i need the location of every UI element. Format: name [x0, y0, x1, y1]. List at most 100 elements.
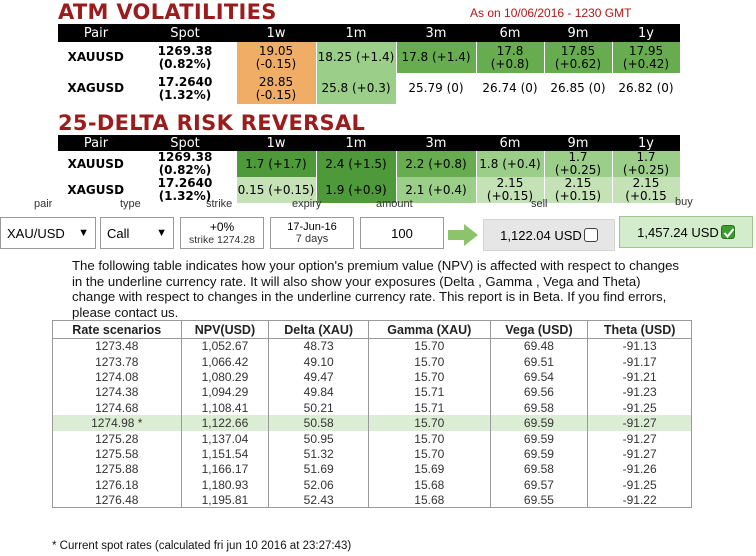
table-cell: -91.13 [587, 338, 692, 354]
table-row: 1274.68 1,108.41 50.21 15.71 69.58 -91.25 [52, 400, 692, 416]
table-cell: 69.51 [489, 353, 589, 370]
table-cell: 15.68 [368, 477, 491, 493]
tenor-cell: 17.95 (+0.42) [612, 42, 681, 73]
table-row: 1274.38 1,094.29 49.84 15.71 69.56 -91.23 [52, 384, 692, 401]
table-cell: 50.95 [268, 430, 370, 447]
amount-input[interactable]: 100 [360, 217, 444, 249]
table-cell: 1,137.04 [180, 430, 270, 447]
pair-cell: XAUUSD [58, 151, 135, 177]
rr-row: XAUUSD 1269.38 (0.82%) 1.7 (+1.7) 2.4 (+1.5… [58, 151, 681, 177]
tenor-cell: 28.85 (-0.15) [236, 73, 317, 104]
table-cell: -91.25 [587, 477, 692, 493]
table-cell: -91.27 [587, 446, 692, 462]
expiry-label: expiry [292, 198, 322, 210]
tenor-cell: 26.82 (0) [612, 73, 681, 104]
table-cell: 1,066.42 [180, 353, 270, 370]
expiry-field[interactable]: 17-Jun-16 7 days [270, 217, 354, 249]
rates-header-3: Gamma (XAU) [368, 320, 491, 339]
sell-price: 1,122.04 USD [500, 227, 582, 243]
table-row: 1274.08 1,080.29 49.47 15.70 69.54 -91.21 [52, 369, 692, 385]
table-cell: 69.59 [489, 415, 589, 431]
rr-header-6: 9m [544, 135, 612, 151]
table-cell: 69.57 [489, 477, 589, 493]
table-cell: 1274.08 [52, 369, 182, 385]
rr-header-2: 1w [236, 135, 316, 151]
table-row: 1274.98 * 1,122.66 50.58 15.70 69.59 -91.27 [52, 415, 692, 431]
rr-row: XAGUSD 17.2640 (1.32%) 0.15 (+0.15) 1.9 (+0… [58, 177, 681, 203]
table-cell: 15.71 [368, 384, 491, 401]
spot-cell: 1269.38 (0.82%) [134, 151, 237, 177]
buy-price-box[interactable]: 1,457.24 USD [619, 216, 753, 248]
table-cell: 51.69 [268, 461, 370, 478]
expiry-days: 7 days [295, 233, 329, 245]
spot-cell: 17.2640 (1.32%) [134, 73, 237, 104]
table-cell: 1,052.67 [180, 338, 270, 354]
pair-label: pair [34, 198, 53, 210]
rates-header-5: Theta (USD) [587, 320, 692, 339]
table-cell: -91.27 [587, 415, 692, 431]
as-of-timestamp: As on 10/06/2016 - 1230 GMT [470, 6, 632, 20]
table-row: 1273.48 1,052.67 48.73 15.70 69.48 -91.13 [52, 338, 692, 354]
table-cell: 15.70 [368, 430, 491, 447]
table-cell: 48.73 [268, 338, 370, 354]
table-cell: 1,122.66 [180, 415, 270, 431]
table-cell: 50.21 [268, 400, 370, 416]
table-cell: 15.70 [368, 446, 491, 462]
table-cell: 49.47 [268, 369, 370, 385]
table-cell: 69.55 [489, 492, 589, 509]
atm-header-0: Pair [58, 24, 134, 42]
table-cell: -91.25 [587, 400, 692, 416]
table-cell: 1,151.54 [180, 446, 270, 462]
atm-header-2: 1w [236, 24, 316, 42]
type-select[interactable]: Call ▼ [100, 217, 174, 249]
tenor-cell: 17.8 (+1.4) [396, 42, 477, 73]
atm-header-4: 3m [396, 24, 476, 42]
tenor-cell: 2.4 (+1.5) [316, 151, 397, 177]
table-cell: 1,180.93 [180, 477, 270, 493]
atm-header-3: 1m [316, 24, 396, 42]
rr-header-5: 6m [476, 135, 544, 151]
report-description: The following table indicates how your o… [72, 258, 680, 320]
rr-header-4: 3m [396, 135, 476, 151]
tenor-cell: 26.85 (0) [544, 73, 613, 104]
table-cell: -91.17 [587, 353, 692, 370]
table-cell: 15.69 [368, 461, 491, 478]
sell-label: sell [531, 198, 548, 210]
strike-label: strike [206, 198, 233, 210]
buy-checkbox[interactable] [720, 225, 735, 239]
rr-header-3: 1m [316, 135, 396, 151]
table-row: 1275.58 1,151.54 51.32 15.70 69.59 -91.27 [52, 446, 692, 462]
table-cell: 1275.28 [52, 430, 182, 447]
pair-cell: XAUUSD [58, 42, 135, 73]
table-cell: 15.71 [368, 400, 491, 416]
table-cell: 69.58 [489, 400, 589, 416]
pair-cell: XAGUSD [58, 73, 135, 104]
table-cell: 1,166.17 [180, 461, 270, 478]
table-cell: 49.84 [268, 384, 370, 401]
table-cell: -91.27 [587, 430, 692, 447]
rate-scenarios-table: Rate scenarios NPV(USD) Delta (XAU) Gamma (… [52, 320, 692, 509]
check-icon [723, 228, 735, 239]
expiry-date: 17-Jun-16 [287, 221, 337, 233]
table-cell: -91.23 [587, 384, 692, 401]
tenor-cell: 2.15 (+0.15 [612, 177, 681, 203]
table-cell: 69.54 [489, 369, 589, 385]
atm-header-7: 1y [612, 24, 680, 42]
table-cell: 1275.58 [52, 446, 182, 462]
strike-percent: +0% [209, 220, 235, 234]
table-cell: 15.70 [368, 353, 491, 370]
right-arrow-icon [448, 224, 478, 246]
sell-checkbox[interactable] [583, 228, 598, 242]
strike-field[interactable]: +0% strike 1274.28 [180, 217, 264, 249]
rr-header-1: Spot [134, 135, 236, 151]
table-cell: -91.26 [587, 461, 692, 478]
pair-select[interactable]: XAU/USD ▼ [0, 217, 96, 249]
atm-header-6: 9m [544, 24, 612, 42]
table-cell: 1273.48 [52, 338, 182, 354]
table-row: 1275.28 1,137.04 50.95 15.70 69.59 -91.27 [52, 430, 692, 447]
sell-price-box[interactable]: 1,122.04 USD [483, 219, 615, 251]
type-select-value: Call [107, 225, 130, 241]
rr-header-0: Pair [58, 135, 134, 151]
amount-label: amount [376, 198, 413, 210]
table-cell: 69.59 [489, 430, 589, 447]
